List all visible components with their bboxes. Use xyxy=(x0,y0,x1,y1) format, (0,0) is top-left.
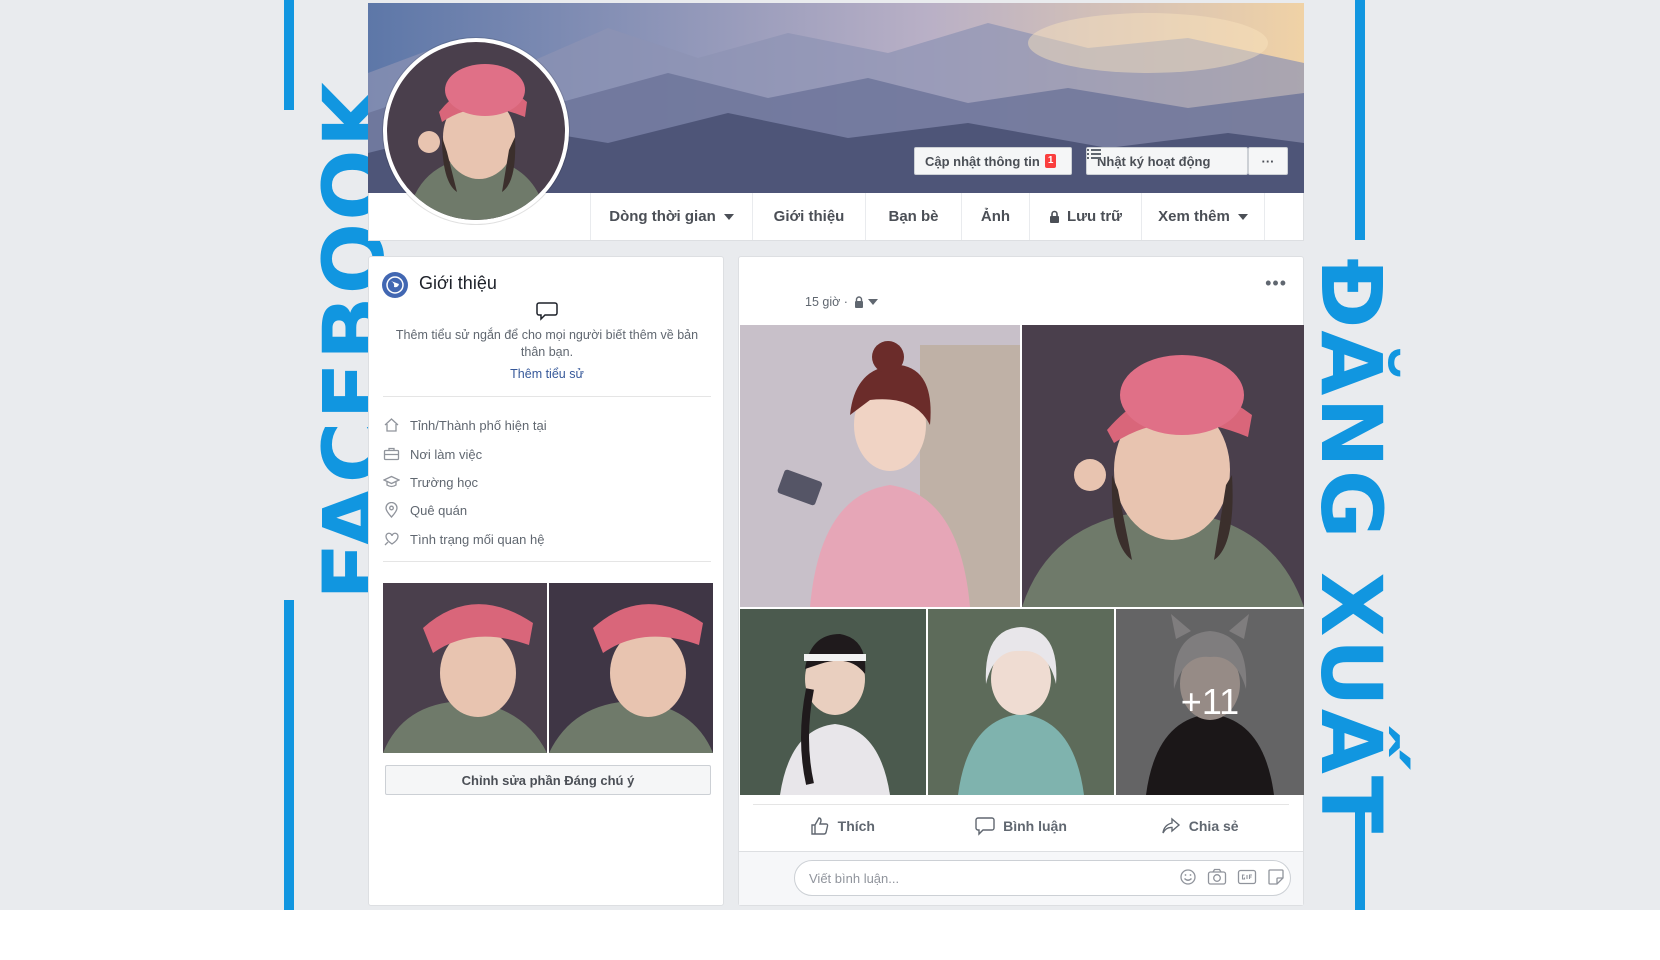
intro-description: Thêm tiểu sử ngắn để cho mọi người biết … xyxy=(395,328,699,359)
tab-photos-label: Ảnh xyxy=(980,208,1011,225)
post-photo-4[interactable] xyxy=(928,609,1114,795)
info-relationship-label: Tình trạng mối quan hệ xyxy=(410,531,545,547)
white-hair-girl-image xyxy=(928,609,1114,795)
home-icon xyxy=(384,418,399,432)
intro-divider-top xyxy=(383,396,711,397)
info-hometown[interactable]: Quê quán xyxy=(383,499,467,521)
globe-icon xyxy=(382,272,408,298)
activity-log-label: Nhật ký hoạt động xyxy=(1097,153,1211,169)
info-workplace-label: Nơi làm việc xyxy=(410,446,483,462)
tab-archive[interactable]: Lưu trữ xyxy=(1029,193,1141,240)
more-options-button[interactable]: ··· xyxy=(1248,147,1288,175)
add-bio-link[interactable]: Thêm tiểu sử xyxy=(369,367,725,381)
caret-down-icon xyxy=(867,299,878,305)
like-button[interactable]: Thích xyxy=(753,805,932,846)
notification-badge: 1 xyxy=(1044,154,1057,168)
info-current-city[interactable]: Tỉnh/Thành phố hiện tại xyxy=(383,414,547,436)
tab-friends[interactable]: Bạn bè xyxy=(865,193,961,240)
share-button[interactable]: Chia sẻ xyxy=(1110,805,1289,846)
post-time-label: 15 giờ · xyxy=(805,295,848,309)
post-timestamp[interactable]: 15 giờ · xyxy=(805,295,878,309)
like-label: Thích xyxy=(837,817,875,834)
intro-title: Giới thiệu xyxy=(419,273,497,293)
info-school-label: Trường học xyxy=(410,474,479,490)
lock-icon xyxy=(854,296,863,308)
featured-photos-image xyxy=(383,583,713,753)
post-options-button[interactable]: ••• xyxy=(1265,273,1287,294)
more-dots: ··· xyxy=(1261,153,1275,169)
share-label: Chia sẻ xyxy=(1188,817,1239,834)
post-card: ••• 15 giờ · +11 Thích Bình luận Chia sẻ… xyxy=(738,256,1304,906)
girl-braids-image xyxy=(740,609,926,795)
info-current-city-label: Tỉnh/Thành phố hiện tại xyxy=(410,417,547,433)
tab-archive-label: Lưu trữ xyxy=(1066,208,1123,225)
tab-timeline[interactable]: Dòng thời gian xyxy=(590,193,752,240)
intro-card: Giới thiệu Thêm tiểu sử ngắn để cho mọi … xyxy=(368,256,724,906)
tab-see-more[interactable]: Xem thêm xyxy=(1141,193,1265,240)
post-photo-1[interactable] xyxy=(740,325,1020,607)
update-info-button[interactable]: Cập nhật thông tin 1 xyxy=(914,147,1072,175)
update-info-label: Cập nhật thông tin xyxy=(925,153,1040,169)
logout-side-label: ĐĂNG XUẤT xyxy=(1302,258,1400,836)
tab-timeline-label: Dòng thời gian xyxy=(609,208,716,225)
post-photo-5[interactable]: +11 xyxy=(1116,609,1304,795)
briefcase-icon xyxy=(383,447,400,461)
info-hometown-label: Quê quán xyxy=(410,502,468,518)
heart-icon xyxy=(384,532,399,546)
comment-tool-icons xyxy=(1179,868,1285,886)
caret-down-icon xyxy=(723,213,734,220)
activity-log-button[interactable]: Nhật ký hoạt động xyxy=(1086,147,1248,175)
tab-about-label: Giới thiệu xyxy=(773,208,845,225)
graduation-cap-icon xyxy=(383,475,400,488)
info-school[interactable]: Trường học xyxy=(383,471,478,493)
comment-composer xyxy=(739,851,1303,905)
emoji-icon[interactable] xyxy=(1179,868,1197,886)
speech-bubble-icon xyxy=(536,302,558,321)
tab-photos[interactable]: Ảnh xyxy=(961,193,1029,240)
featured-photos[interactable] xyxy=(383,583,713,753)
edit-featured-button[interactable]: Chỉnh sửa phần Đáng chú ý xyxy=(385,765,711,795)
caret-down-icon xyxy=(1237,213,1248,220)
profile-avatar[interactable] xyxy=(383,38,569,224)
girl-with-phone-image xyxy=(740,325,1020,607)
gif-icon[interactable] xyxy=(1237,868,1257,886)
tab-see-more-label: Xem thêm xyxy=(1158,208,1230,225)
info-relationship[interactable]: Tình trạng mối quan hệ xyxy=(383,528,544,550)
post-actions: Thích Bình luận Chia sẻ xyxy=(753,804,1289,846)
right-decor-line-top xyxy=(1355,0,1365,240)
share-icon xyxy=(1162,816,1180,833)
thumbs-up-icon xyxy=(810,816,828,835)
info-workplace[interactable]: Nơi làm việc xyxy=(383,443,482,465)
tab-friends-label: Bạn bè xyxy=(888,208,939,225)
left-decor-line-top xyxy=(284,0,294,110)
avatar-image xyxy=(387,42,565,220)
list-icon xyxy=(1087,149,1101,159)
tab-about[interactable]: Giới thiệu xyxy=(752,193,865,240)
lock-icon xyxy=(1049,210,1059,223)
comment-button[interactable]: Bình luận xyxy=(932,805,1111,846)
girl-pink-cap-image xyxy=(1022,325,1304,607)
comment-icon xyxy=(975,816,995,836)
intro-divider-bottom xyxy=(383,561,711,562)
comment-label: Bình luận xyxy=(1003,817,1067,834)
more-photos-overlay: +11 xyxy=(1116,609,1304,795)
location-pin-icon xyxy=(385,502,398,518)
post-photo-2[interactable] xyxy=(1022,325,1304,607)
sticker-icon[interactable] xyxy=(1267,868,1285,886)
camera-icon[interactable] xyxy=(1207,868,1227,886)
left-decor-line-bottom xyxy=(284,600,294,910)
post-photo-3[interactable] xyxy=(740,609,926,795)
